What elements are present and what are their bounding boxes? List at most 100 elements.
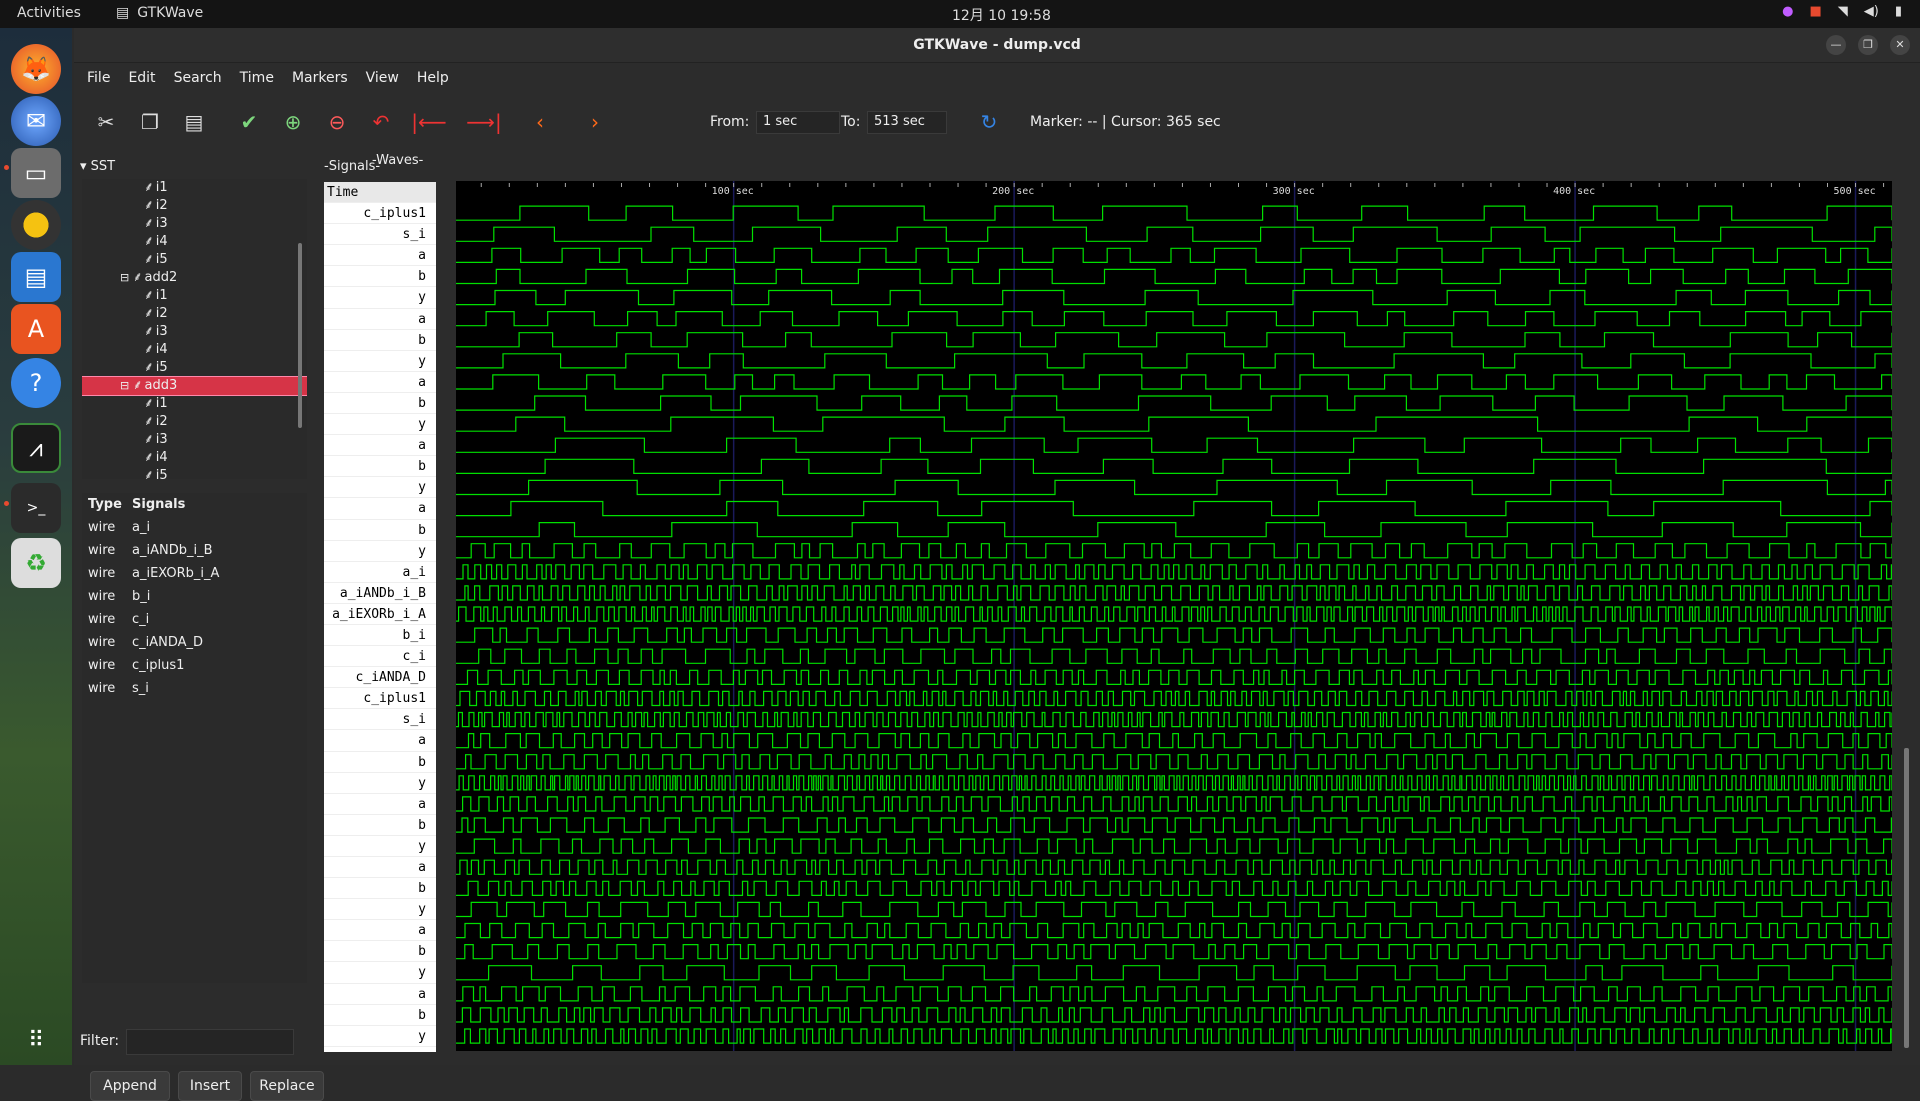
sst-header[interactable]: ▾ SST [80,159,115,174]
sst-tree[interactable]: ⸙ i1 ⸙ i2 ⸙ i3 ⸙ i4 ⸙ i5 ⊟ ⸙ add2 ⸙ i1 ⸙ i2 ⸙ i3 ⸙ i4 ⸙ i5 ⊟ ⸙… [82,179,307,479]
signal-type-row[interactable]: wire c_iplus1 [82,654,307,677]
signal-type-row[interactable]: wire b_i [82,585,307,608]
signal-row-label[interactable]: b [324,266,436,288]
menu-markers[interactable]: Markers [283,70,357,86]
sst-scrollbar[interactable] [298,243,302,428]
signal-type-row[interactable]: wire s_i [82,677,307,700]
cut-icon[interactable]: ✂ [91,107,121,137]
signal-row-label[interactable]: s_i [324,709,436,731]
reload-icon[interactable]: ↻ [974,107,1004,137]
signal-type-row[interactable]: wire c_i [82,608,307,631]
signal-row-label[interactable]: a [324,794,436,815]
close-button[interactable]: ✕ [1890,35,1910,55]
replace-button[interactable]: Replace [250,1071,324,1101]
signal-row-label[interactable]: y [324,287,436,309]
signal-row-label[interactable]: b [324,330,436,351]
zoom-in-icon[interactable]: ⊕ [278,107,308,137]
insert-button[interactable]: Insert [178,1071,242,1101]
page-right-icon[interactable]: › [580,107,610,137]
menu-file[interactable]: File [78,70,119,86]
thunderbird-icon[interactable]: ✉ [11,96,61,146]
sst-tree-item[interactable]: ⸙ i5 [82,251,307,269]
menu-help[interactable]: Help [408,70,458,86]
signal-row-label[interactable]: a [324,309,436,330]
signal-row-label[interactable]: b [324,941,436,963]
signal-row-label[interactable]: b [324,878,436,900]
sst-tree-item[interactable]: ⸙ i1 [82,179,307,197]
signal-row-label[interactable]: c_iANDA_D [324,667,436,689]
files-icon[interactable]: ▭ [11,148,61,198]
sst-tree-item[interactable]: ⸙ i4 [82,341,307,359]
menu-time[interactable]: Time [231,70,283,86]
signal-row-label[interactable]: s_i [324,224,436,246]
zoom-fit-icon[interactable]: ✔ [234,107,264,137]
signal-row-label[interactable]: b [324,752,436,773]
signal-row-label[interactable]: a [324,920,436,942]
signal-row-label[interactable]: b [324,520,436,541]
time-row-label[interactable]: Time [324,182,436,204]
software-icon[interactable]: A [11,304,61,354]
signal-row-label[interactable]: a_i [324,562,436,583]
clock[interactable]: 12月 10 19:58 [952,5,1051,25]
signal-row-label[interactable]: y [324,899,436,921]
gtkwave-dock-icon[interactable]: ⩘ [11,423,61,473]
signal-row-label[interactable]: b [324,393,436,415]
signal-name-list[interactable]: Time c_iplus1 s_i a b y a b y a b y a b y a b y a_i a_iANDb… [324,182,436,1052]
signal-row-label[interactable]: a [324,984,436,1005]
terminal-icon[interactable]: >_ [11,483,61,533]
signal-type-row[interactable]: wire c_iANDA_D [82,631,307,654]
filter-input[interactable] [126,1029,294,1055]
signal-row-label[interactable]: a_iEXORb_i_A [324,604,436,625]
notification-icon[interactable]: ■ [1809,4,1821,19]
battery-icon[interactable]: ▮ [1895,4,1902,19]
signal-row-label[interactable]: a [324,730,436,752]
sst-tree-item[interactable]: ⸙ i2 [82,305,307,323]
sst-tree-item[interactable]: ⸙ i3 [82,431,307,449]
paste-icon[interactable]: ▤ [179,107,209,137]
collapse-icon[interactable]: ⊟ [120,379,133,392]
signal-row-label[interactable]: y [324,836,436,857]
app-menu[interactable]: ▤ GTKWave [116,5,203,21]
maximize-button[interactable]: ❐ [1858,35,1878,55]
trash-icon[interactable]: ♻ [11,538,61,588]
signal-row-label[interactable]: y [324,414,436,436]
help-icon[interactable]: ? [11,358,61,408]
signal-row-label[interactable]: y [324,773,436,794]
signal-row-label[interactable]: c_iplus1 [324,688,436,710]
signal-row-label[interactable]: c_i [324,646,436,668]
zoom-end-icon[interactable]: ⟶| [459,107,509,137]
rhythmbox-icon[interactable] [11,200,61,250]
sst-tree-item[interactable]: ⸙ i4 [82,233,307,251]
page-left-icon[interactable]: ‹ [525,107,555,137]
sst-tree-item[interactable]: ⸙ i5 [82,467,307,479]
menu-edit[interactable]: Edit [119,70,164,86]
signal-type-row[interactable]: wire a_i [82,516,307,539]
from-input[interactable]: 1 sec [756,111,840,134]
activities-button[interactable]: Activities [17,5,81,21]
menu-search[interactable]: Search [165,70,231,86]
signal-row-label[interactable]: a_iANDb_i_B [324,583,436,604]
undo-zoom-icon[interactable]: ↶ [366,107,396,137]
sst-tree-item[interactable]: ⸙ i5 [82,359,307,377]
indicator-icon[interactable]: ● [1782,4,1793,19]
sst-tree-item[interactable]: ⸙ i3 [82,323,307,341]
minimize-button[interactable]: — [1826,35,1846,55]
sst-tree-item[interactable]: ⸙ i4 [82,449,307,467]
signal-row-label[interactable]: y [324,541,436,562]
copy-icon[interactable]: ❐ [135,107,165,137]
signal-row-label[interactable]: a [324,498,436,520]
signal-row-label[interactable]: b [324,1005,436,1026]
sst-tree-item[interactable]: ⊟ ⸙ add2 [82,269,307,287]
menu-view[interactable]: View [357,70,408,86]
volume-icon[interactable]: ◀) [1864,4,1879,19]
signal-row-label[interactable]: y [324,477,436,499]
zoom-start-icon[interactable]: |⟵ [404,107,454,137]
signal-row-label[interactable]: a [324,857,436,879]
app-grid-icon[interactable]: ⠿ [11,1015,61,1065]
signal-row-label[interactable]: a [324,245,436,267]
signal-row-label[interactable]: y [324,962,436,984]
signals-column-header[interactable]: Signals [132,493,185,516]
firefox-icon[interactable]: 🦊 [11,44,61,94]
sst-tree-item[interactable]: ⸙ i1 [82,395,307,413]
type-column-header[interactable]: Type [82,493,132,516]
